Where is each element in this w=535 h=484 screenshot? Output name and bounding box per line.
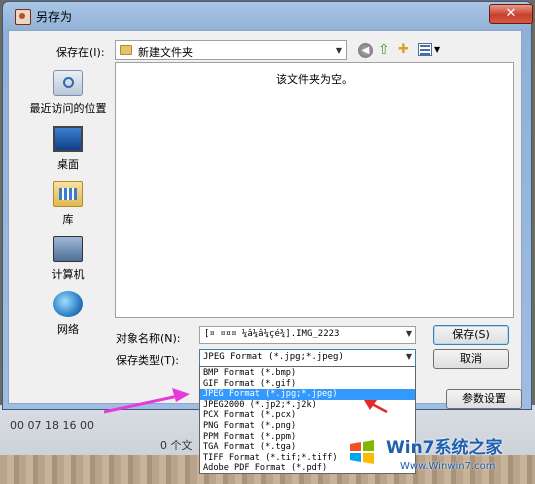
windows-logo-icon bbox=[343, 433, 381, 471]
annotation-arrows bbox=[103, 388, 388, 414]
red-arrow-icon bbox=[364, 400, 388, 414]
watermark-title: Win7系统之家 bbox=[386, 438, 503, 458]
watermark-url: Www.Winwin7.com bbox=[400, 461, 496, 472]
pink-arrow-icon bbox=[103, 388, 190, 414]
